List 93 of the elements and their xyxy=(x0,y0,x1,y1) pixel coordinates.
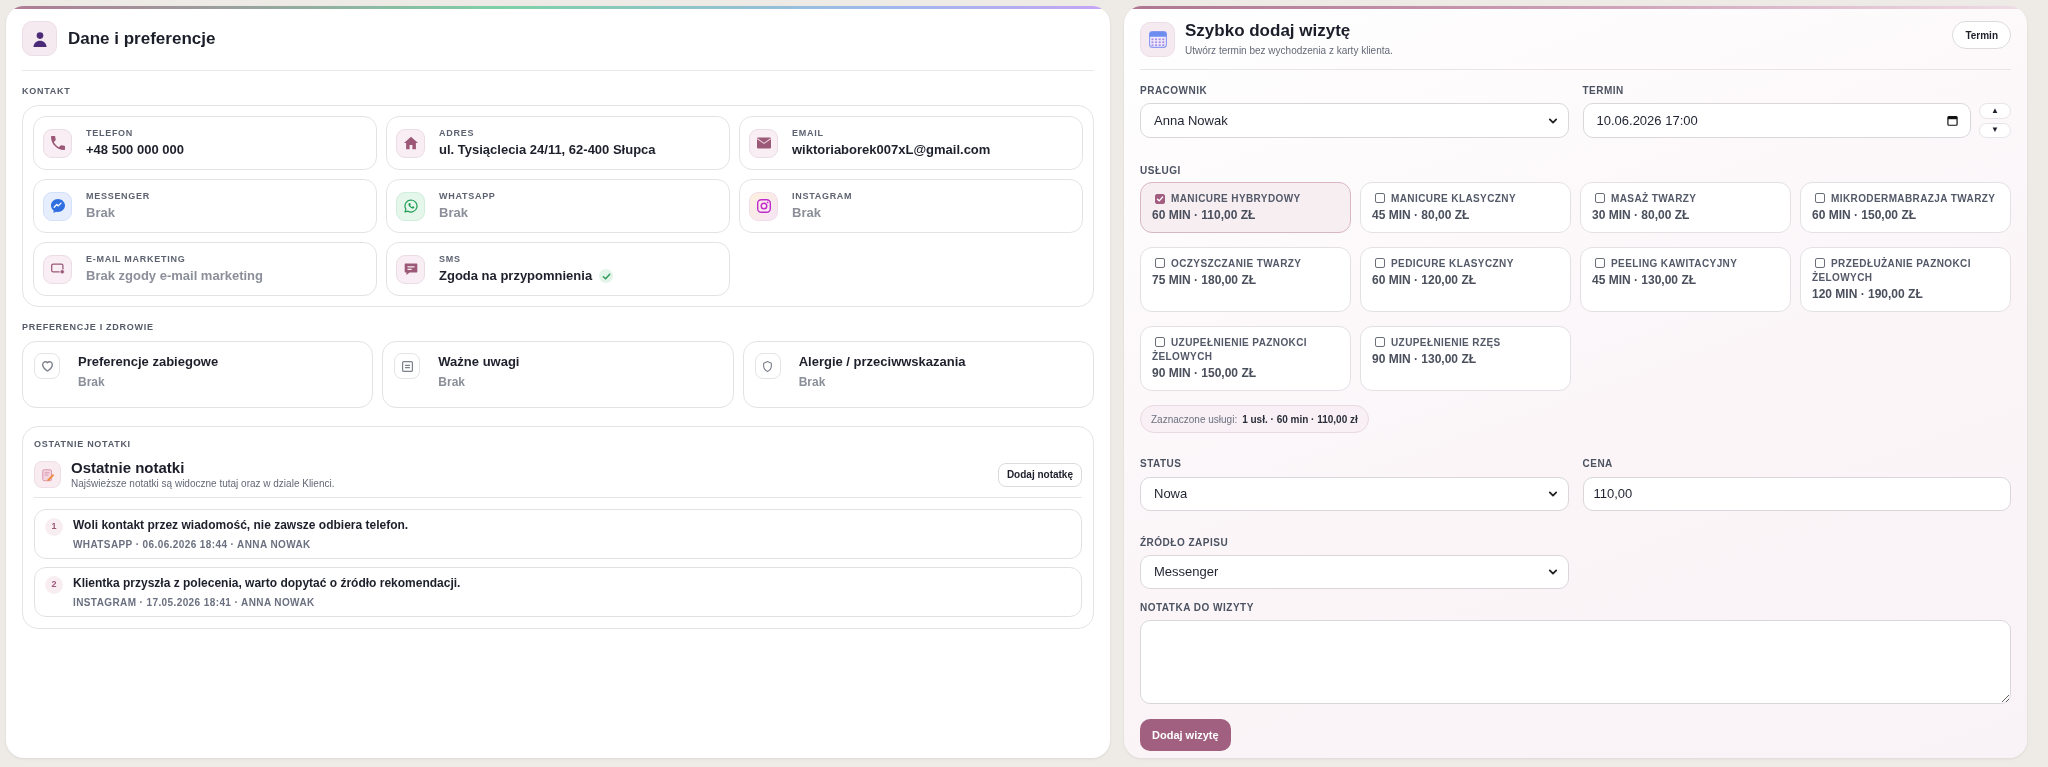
screen-badge-icon xyxy=(43,254,72,284)
service-option[interactable]: PEELING KAWITACYJNY 45 MIN · 130,00 ZŁ xyxy=(1580,247,1791,312)
field-label: NOTATKA DO WIZYTY xyxy=(1140,602,1255,614)
note-meta: WHATSAPP · 06.06.2026 18:44 · ANNA NOWAK xyxy=(73,538,312,551)
chat-bubble-icon xyxy=(396,254,425,284)
field-label: USŁUGI xyxy=(1140,165,1182,177)
preference-title: Preferencje zabiegowe xyxy=(78,354,219,370)
preference-value: Brak xyxy=(798,374,827,390)
field-label: TELEFON xyxy=(86,128,135,139)
heart-icon xyxy=(34,353,60,379)
preference-value: Brak xyxy=(78,374,106,390)
service-option[interactable]: MANICURE KLASYCZNY 45 MIN · 80,00 ZŁ xyxy=(1360,182,1571,233)
field-label: MESSENGER xyxy=(86,191,150,202)
shield-icon xyxy=(754,353,781,379)
panel-subtitle: Utwórz termin bez wychodzenia z karty klienta. xyxy=(1185,44,1393,57)
term-button[interactable]: Termin xyxy=(1952,21,2011,49)
checkbox[interactable] xyxy=(1155,194,1165,204)
service-option[interactable]: PRZEDŁUŻANIE PAZNOKCI ŻELOWYCH 120 MIN · 190,00 ZŁ xyxy=(1800,247,2011,312)
chat-bolt-icon xyxy=(43,191,72,221)
field-value: ul. Tysiąclecia 24/11, 62-400 Słupca xyxy=(439,142,656,158)
field-label: INSTAGRAM xyxy=(792,191,853,202)
checkbox[interactable] xyxy=(1375,193,1385,203)
service-option[interactable]: UZUPEŁNIENIE RZĘS 90 MIN · 130,00 ZŁ xyxy=(1360,326,1571,391)
list-icon xyxy=(394,353,421,379)
checkbox[interactable] xyxy=(1595,193,1605,203)
field-value: wiktoriaborek007xL@gmail.com xyxy=(792,142,991,158)
chevron-down-icon xyxy=(1547,489,1558,499)
service-option[interactable]: UZUPEŁNIENIE PAZNOKCI ŻELOWYCH 90 MIN · 150,00 ZŁ xyxy=(1140,326,1351,391)
chevron-down-icon xyxy=(1547,567,1558,577)
chat-phone-icon xyxy=(396,191,425,221)
field-label: CENA xyxy=(1582,458,1614,470)
summary-value: 1 usł. · 60 min · 110,00 zł xyxy=(1242,412,1358,427)
field-label: E-MAIL MARKETING xyxy=(86,254,187,265)
select-field[interactable]: Anna Nowak xyxy=(1140,103,1569,138)
checkbox[interactable] xyxy=(1595,258,1605,268)
field-value: Brak xyxy=(792,205,821,221)
service-option[interactable]: OCZYSZCZANIE TWARZY 75 MIN · 180,00 ZŁ xyxy=(1140,247,1351,312)
field-label: EMAIL xyxy=(792,128,825,139)
service-option[interactable]: PEDICURE KLASYCZNY 60 MIN · 120,00 ZŁ xyxy=(1360,247,1571,312)
checkbox[interactable] xyxy=(1815,258,1825,268)
checkbox[interactable] xyxy=(1155,258,1165,268)
field-value: Brak xyxy=(86,205,115,221)
field-label: ADRES xyxy=(439,128,476,139)
note-number: 2 xyxy=(45,576,63,594)
field-label: PRACOWNIK xyxy=(1140,85,1209,97)
calendar-icon xyxy=(1947,115,1958,126)
field-value: Brak zgody e-mail marketing xyxy=(86,268,263,284)
envelope-icon xyxy=(749,128,778,158)
house-icon xyxy=(396,128,425,158)
checkbox[interactable] xyxy=(1375,337,1385,347)
note-number: 1 xyxy=(45,518,63,536)
preference-title: Ważne uwagi xyxy=(438,354,520,370)
preference-title: Alergie / przeciwwskazania xyxy=(798,354,966,370)
notes-title: Ostatnie notatki xyxy=(71,459,186,477)
section-label: KONTAKT xyxy=(22,85,72,97)
note-meta: INSTAGRAM · 17.05.2026 18:41 · ANNA NOWAK xyxy=(73,596,316,609)
select-field[interactable]: Messenger xyxy=(1140,555,1569,589)
field-label: ŹRÓDŁO ZAPISU xyxy=(1140,537,1230,549)
note-text: Woli kontakt przez wiadomość, nie zawsze odbiera telefon. xyxy=(73,518,409,533)
increment-button[interactable]: ▲ xyxy=(1979,103,2011,119)
field-label: STATUS xyxy=(1140,458,1183,470)
service-option[interactable]: MANICURE HYBRYDOWY 60 MIN · 110,00 ZŁ xyxy=(1140,182,1351,233)
notes-subtitle: Najświeższe notatki są widoczne tutaj oraz w dziale Klienci. xyxy=(71,477,335,490)
add-visit-button[interactable]: Dodaj wizytę xyxy=(1140,719,1231,751)
service-option[interactable]: MIKRODERMABRAZJA TWARZY 60 MIN · 150,00 ZŁ xyxy=(1800,182,2011,233)
price-field[interactable]: 110,00 xyxy=(1582,477,2011,511)
add-note-button[interactable]: Dodaj notatkę xyxy=(997,462,1082,487)
camera-icon xyxy=(749,191,778,221)
phone-icon xyxy=(43,128,72,158)
date-field[interactable]: 10.06.2026 17:00 xyxy=(1582,103,1971,138)
select-field[interactable]: Nowa xyxy=(1140,477,1569,511)
notepad-pencil-icon xyxy=(34,461,61,488)
decrement-button[interactable]: ▼ xyxy=(1979,122,2011,138)
preference-value: Brak xyxy=(438,374,466,390)
field-label: SMS xyxy=(439,254,462,265)
note-text: Klientka przyszła z polecenia, warto dopytać o źródło rekomendacji. xyxy=(73,576,461,591)
field-label: TERMIN xyxy=(1582,85,1625,97)
person-icon xyxy=(22,21,57,56)
service-option[interactable]: MASAŻ TWARZY 30 MIN · 80,00 ZŁ xyxy=(1580,182,1791,233)
checkbox[interactable] xyxy=(1375,258,1385,268)
section-label: OSTATNIE NOTATKI xyxy=(34,438,132,450)
field-label: WHATSAPP xyxy=(439,191,496,202)
field-value: +48 500 000 000 xyxy=(86,142,184,158)
field-value: Zgoda na przypomnienia xyxy=(439,268,593,284)
panel-title: Dane i preferencje xyxy=(68,28,216,49)
checkbox[interactable] xyxy=(1815,193,1825,203)
section-label: PREFERENCJE I ZDROWIE xyxy=(22,321,155,333)
calendar-icon xyxy=(1140,21,1175,57)
panel-title: Szybko dodaj wizytę xyxy=(1185,21,1352,41)
checkbox[interactable] xyxy=(1155,337,1165,347)
field-value: Brak xyxy=(439,205,468,221)
note-field[interactable] xyxy=(1140,620,2011,704)
summary-label: Zaznaczone usługi: xyxy=(1151,412,1238,427)
